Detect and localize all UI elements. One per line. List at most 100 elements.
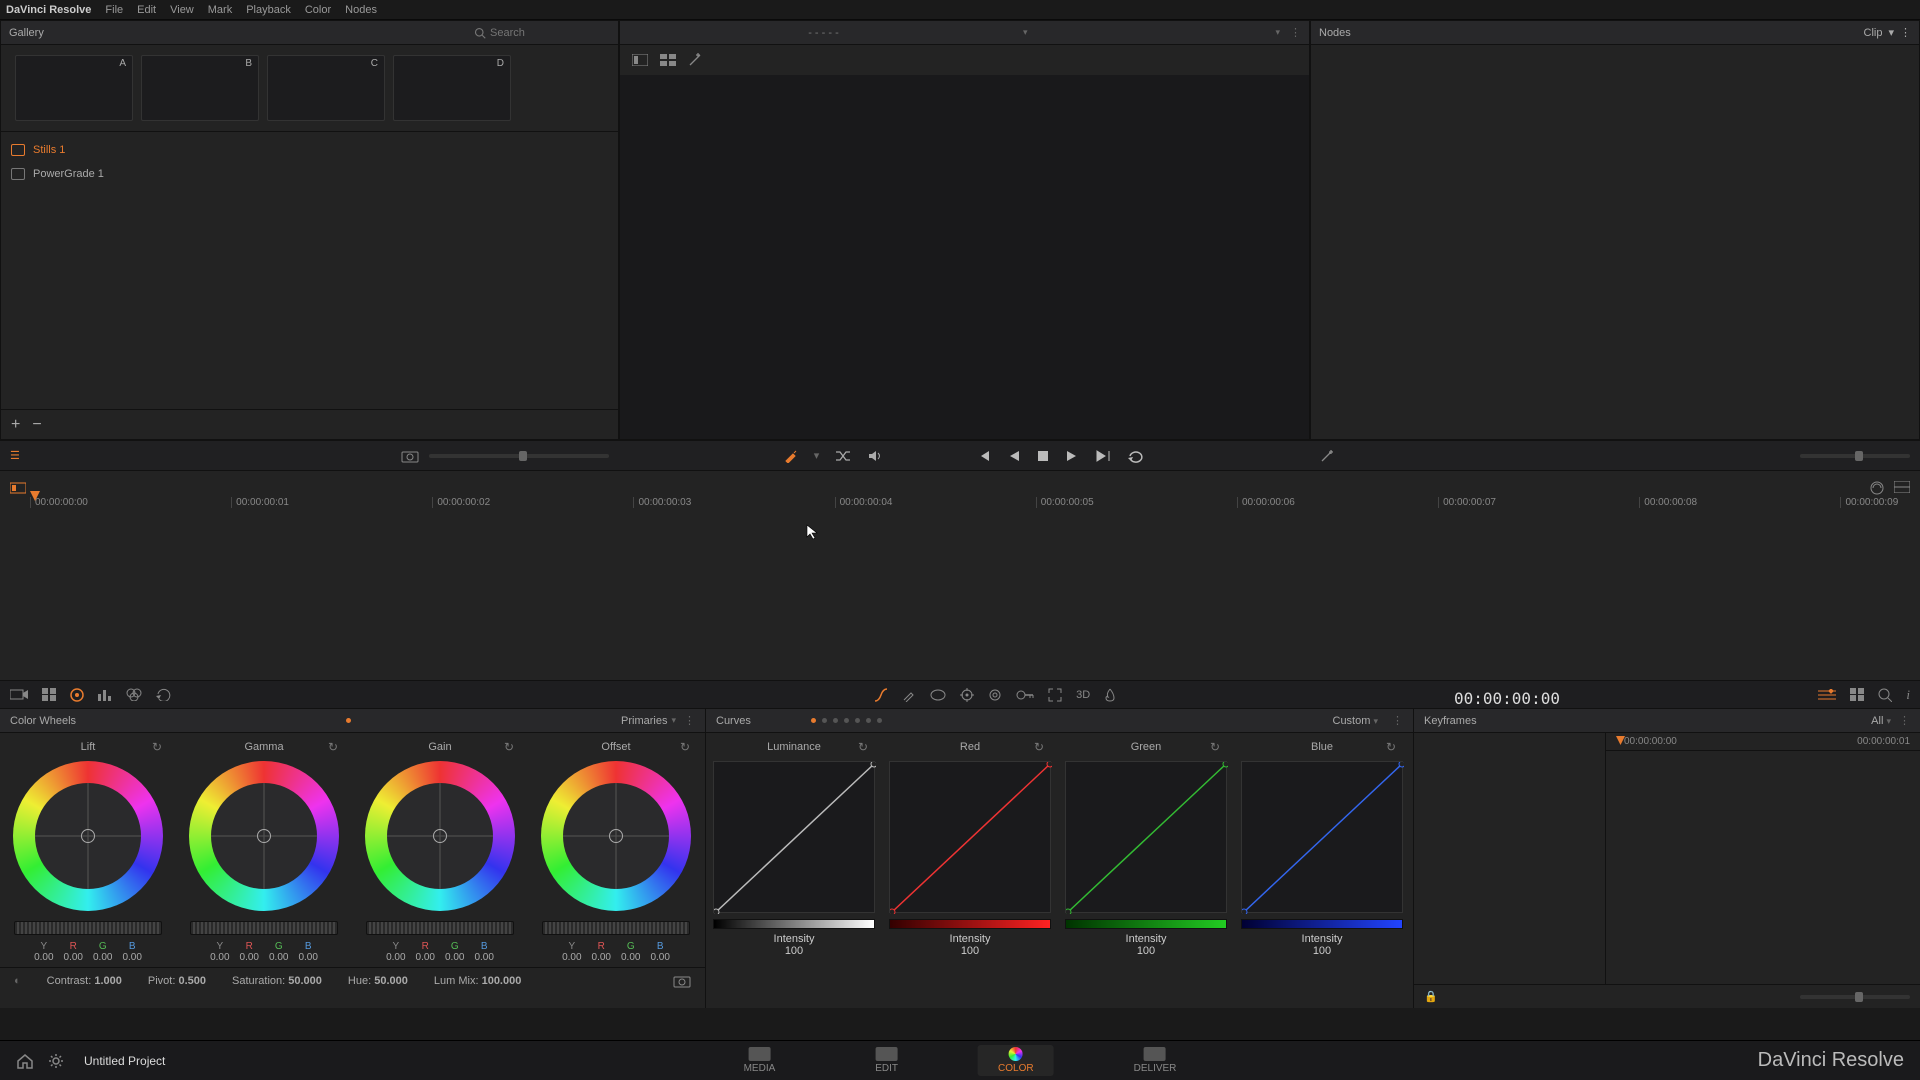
- color-wheels-icon[interactable]: [70, 688, 84, 702]
- stereo-3d-icon[interactable]: 3D: [1076, 689, 1090, 701]
- intensity-value[interactable]: 100: [1313, 945, 1331, 957]
- key-icon[interactable]: [1016, 690, 1034, 700]
- grid-icon[interactable]: [1850, 688, 1864, 701]
- gallery-album-powergrade[interactable]: PowerGrade 1: [1, 162, 618, 186]
- intensity-slider[interactable]: [889, 919, 1051, 929]
- grid-view-icon[interactable]: [660, 53, 676, 67]
- single-view-icon[interactable]: [632, 53, 648, 67]
- keyframe-graph[interactable]: [1606, 757, 1920, 984]
- nodes-mode-dropdown[interactable]: Clip: [1864, 27, 1883, 39]
- curves-icon[interactable]: [874, 688, 888, 702]
- color-wheels-mode-dropdown[interactable]: Primaries ▾: [621, 715, 676, 727]
- page-tab-media[interactable]: MEDIA: [724, 1045, 796, 1076]
- r-value[interactable]: 0.00: [592, 952, 611, 963]
- page-tab-edit[interactable]: EDIT: [855, 1045, 918, 1076]
- gallery-thumb[interactable]: B: [141, 55, 259, 121]
- chevron-down-icon[interactable]: ▾: [1271, 27, 1284, 38]
- intensity-slider[interactable]: [1241, 919, 1403, 929]
- intensity-slider[interactable]: [1065, 919, 1227, 929]
- menu-mark[interactable]: Mark: [208, 4, 232, 16]
- menu-file[interactable]: File: [105, 4, 123, 16]
- panel-options-icon[interactable]: ⋮: [1392, 714, 1403, 727]
- nodes-zoom[interactable]: [1800, 454, 1910, 458]
- curve-editor[interactable]: [713, 761, 875, 913]
- menu-nodes[interactable]: Nodes: [345, 4, 377, 16]
- reset-icon[interactable]: ↻: [1386, 740, 1396, 754]
- y-value[interactable]: 0.00: [386, 952, 405, 963]
- reset-icon[interactable]: ↻: [1034, 740, 1044, 754]
- keyframes-filter-dropdown[interactable]: All ▾: [1871, 715, 1891, 727]
- reset-icon[interactable]: ↻: [152, 740, 162, 754]
- list-icon[interactable]: ☰: [10, 449, 20, 462]
- home-icon[interactable]: [16, 1053, 34, 1069]
- reset-icon[interactable]: ↻: [504, 740, 514, 754]
- r-value[interactable]: 0.00: [240, 952, 259, 963]
- rgb-mixer-icon[interactable]: [126, 688, 142, 701]
- info-icon[interactable]: i: [1906, 687, 1910, 703]
- lummix-param[interactable]: Lum Mix: 100.000: [434, 975, 521, 987]
- panel-options-icon[interactable]: ⋮: [684, 714, 695, 727]
- menu-view[interactable]: View: [170, 4, 194, 16]
- keyframe-timecode[interactable]: 00:00:00:00: [1454, 685, 1560, 710]
- gallery-thumb[interactable]: C: [267, 55, 385, 121]
- chevron-down-icon[interactable]: ▾: [814, 449, 820, 462]
- clips-icon[interactable]: [10, 481, 26, 495]
- loop-icon[interactable]: [1127, 449, 1145, 463]
- data-burn-icon[interactable]: [1104, 688, 1116, 702]
- reset-icon[interactable]: ↻: [1210, 740, 1220, 754]
- curves-mode-dropdown[interactable]: Custom ▾: [1333, 715, 1379, 727]
- curve-editor[interactable]: [1065, 761, 1227, 913]
- b-value[interactable]: 0.00: [474, 952, 493, 963]
- go-end-icon[interactable]: [1095, 449, 1111, 463]
- play-icon[interactable]: [1065, 449, 1079, 463]
- page-tab-color[interactable]: COLOR: [978, 1045, 1054, 1076]
- snapshot-icon[interactable]: [673, 974, 691, 988]
- auto-color-icon[interactable]: [1320, 449, 1336, 463]
- settings-icon[interactable]: [48, 1053, 64, 1069]
- curve-editor[interactable]: [1241, 761, 1403, 913]
- contrast-grab-icon[interactable]: ◐: [14, 975, 21, 987]
- menu-edit[interactable]: Edit: [137, 4, 156, 16]
- gallery-thumb[interactable]: A: [15, 55, 133, 121]
- reset-icon[interactable]: ↻: [858, 740, 868, 754]
- menu-color[interactable]: Color: [305, 4, 331, 16]
- y-value[interactable]: 0.00: [34, 952, 53, 963]
- master-jog[interactable]: [366, 921, 514, 935]
- motion-effects-icon[interactable]: [156, 688, 172, 701]
- gallery-thumb[interactable]: D: [393, 55, 511, 121]
- reset-icon[interactable]: ↻: [328, 740, 338, 754]
- gallery-search[interactable]: [474, 27, 610, 39]
- keyframe-ruler[interactable]: 00:00:00:00 00:00:00:01: [1606, 733, 1920, 751]
- master-jog[interactable]: [190, 921, 338, 935]
- pivot-param[interactable]: Pivot: 0.500: [148, 975, 206, 987]
- keyframe-tracks-list[interactable]: [1414, 757, 1606, 984]
- b-value[interactable]: 0.00: [298, 952, 317, 963]
- hue-param[interactable]: Hue: 50.000: [348, 975, 408, 987]
- blur-icon[interactable]: [988, 688, 1002, 702]
- play-reverse-icon[interactable]: [1007, 449, 1021, 463]
- color-wheel[interactable]: [189, 761, 339, 911]
- y-value[interactable]: 0.00: [210, 952, 229, 963]
- add-album-button[interactable]: +: [11, 416, 20, 434]
- intensity-value[interactable]: 100: [961, 945, 979, 957]
- page-tab-deliver[interactable]: DELIVER: [1114, 1045, 1197, 1076]
- intensity-value[interactable]: 100: [785, 945, 803, 957]
- chevron-down-icon[interactable]: ▾: [1888, 26, 1894, 39]
- go-start-icon[interactable]: [975, 449, 991, 463]
- r-value[interactable]: 0.00: [64, 952, 83, 963]
- gallery-album-stills[interactable]: Stills 1: [1, 138, 618, 162]
- keyframe-zoom[interactable]: [1800, 995, 1910, 999]
- gallery-scrub[interactable]: [429, 454, 609, 458]
- shuffle-icon[interactable]: [835, 449, 851, 463]
- color-wheel[interactable]: [365, 761, 515, 911]
- qualifier-icon[interactable]: [902, 688, 916, 702]
- color-match-icon[interactable]: [42, 688, 56, 701]
- g-value[interactable]: 0.00: [621, 952, 640, 963]
- y-value[interactable]: 0.00: [562, 952, 581, 963]
- color-wheel[interactable]: [13, 761, 163, 911]
- saturation-param[interactable]: Saturation: 50.000: [232, 975, 322, 987]
- magic-wand-icon[interactable]: [688, 53, 704, 67]
- color-wheel[interactable]: [541, 761, 691, 911]
- g-value[interactable]: 0.00: [445, 952, 464, 963]
- keyframe-lock-icon[interactable]: 🔒: [1424, 990, 1438, 1003]
